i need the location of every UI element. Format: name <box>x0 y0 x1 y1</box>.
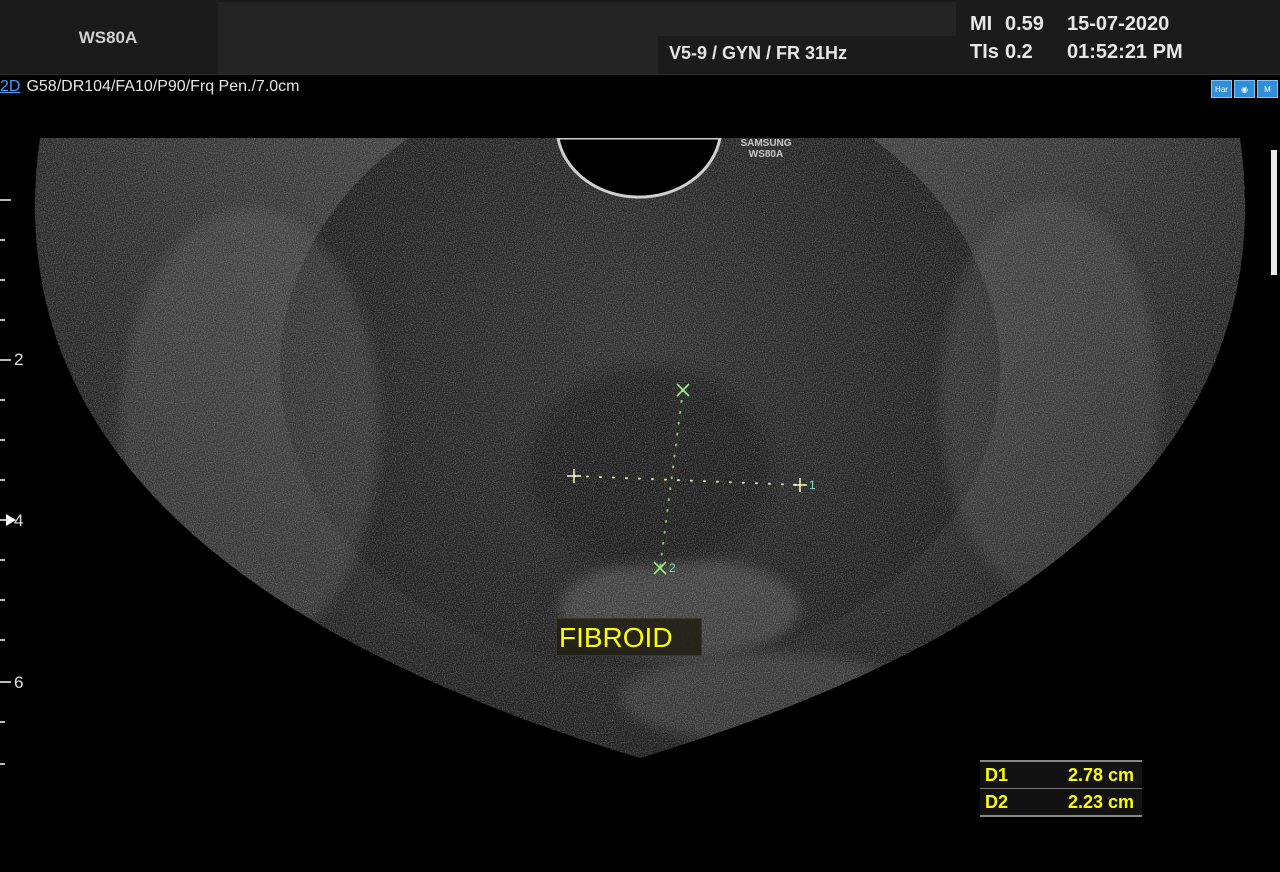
measurement-name: D1 <box>985 764 1009 785</box>
mode-2d-link[interactable]: 2D <box>0 78 20 95</box>
probe-preset-label: V5-9 / GYN / FR 31Hz <box>669 43 848 63</box>
mi-value: 0.59 <box>1005 13 1044 35</box>
exam-time: 01:52:21 PM <box>1067 41 1183 63</box>
focus-indicator <box>1271 150 1277 275</box>
filter-icon[interactable]: M <box>1257 80 1278 98</box>
measurement-row-d2: D2 2.23 cm <box>980 788 1142 815</box>
mode-icons: Har ◉ M <box>1211 80 1278 98</box>
device-name: WS80A <box>78 28 138 47</box>
scanner-watermark: SAMSUNG WS80A <box>740 138 792 160</box>
caliper-d1-number: 1 <box>809 478 816 492</box>
harmonic-icon[interactable]: Har <box>1211 80 1232 98</box>
mi-label: MI <box>970 13 993 35</box>
eye-icon[interactable]: ◉ <box>1234 80 1255 98</box>
annotation-fibroid[interactable]: FIBROID <box>556 618 702 656</box>
measurement-row-d1: D1 2.78 cm <box>980 762 1142 788</box>
parameter-string: G58/DR104/FA10/P90/Frq Pen./7.0cm <box>26 78 300 95</box>
tis-label: TIs <box>970 41 999 63</box>
measurement-results: D1 2.78 cm D2 2.23 cm <box>980 760 1142 817</box>
depth-label-6: 6 <box>14 673 24 692</box>
caliper-d2-number: 2 <box>669 561 676 575</box>
top-status-bar: WS80A V5-9 / GYN / FR 31Hz MI 0.59 TIs 0… <box>0 0 1280 75</box>
measurement-value: 2.23 cm <box>1067 791 1134 812</box>
exam-date: 15-07-2020 <box>1067 13 1170 35</box>
tis-value: 0.2 <box>1005 41 1033 63</box>
measurement-name: D2 <box>985 791 1009 812</box>
depth-label-2: 2 <box>14 350 24 369</box>
measurement-value: 2.78 cm <box>1067 764 1134 785</box>
focus-depth-marker[interactable] <box>6 514 16 526</box>
depth-ruler <box>0 199 11 765</box>
imaging-parameters: 2D G58/DR104/FA10/P90/Frq Pen./7.0cm <box>0 78 299 96</box>
